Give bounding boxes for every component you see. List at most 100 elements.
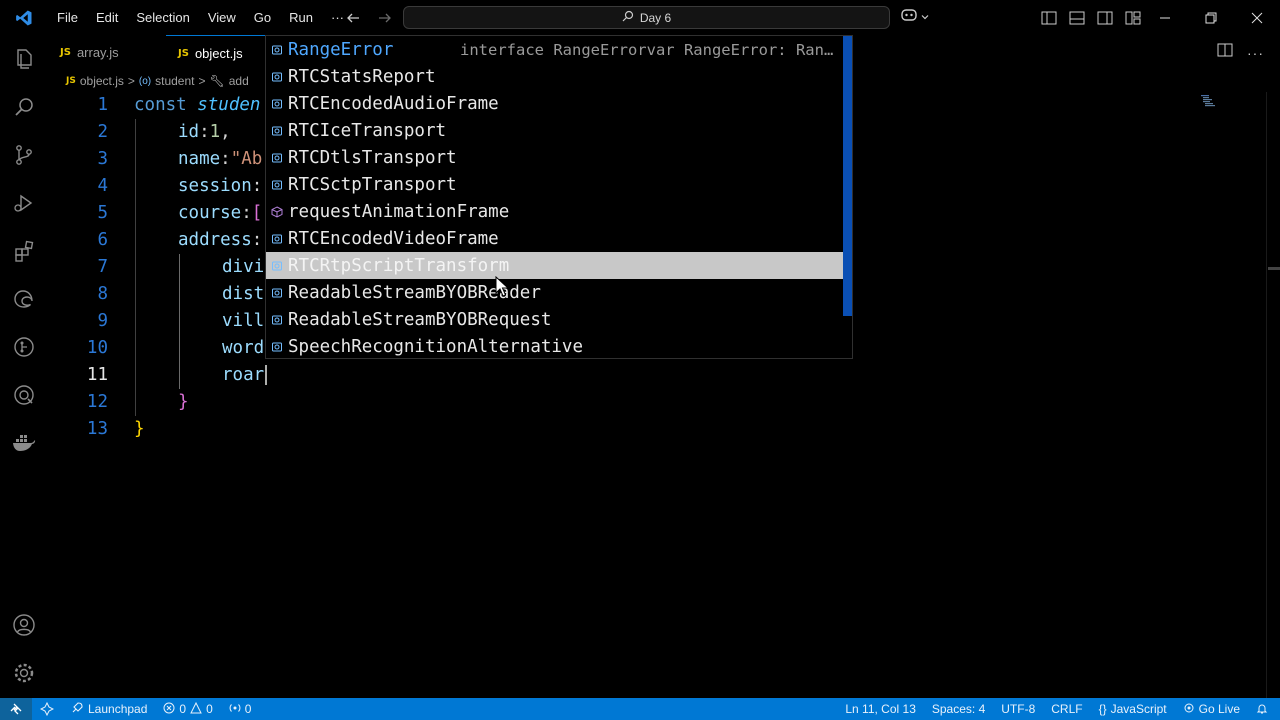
class-symbol-icon <box>266 144 288 171</box>
javascript-file-icon: JS <box>60 47 71 58</box>
suggestion-label: RTCStatsReport <box>288 66 436 87</box>
line-code: address: <box>178 230 263 250</box>
copilot-menu[interactable] <box>900 0 930 35</box>
customize-layout-icon[interactable] <box>1122 7 1144 29</box>
accounts-icon[interactable] <box>0 601 48 649</box>
breadcrumb-file[interactable]: object.js <box>80 74 124 88</box>
restore-icon[interactable] <box>1188 0 1234 35</box>
notifications-icon[interactable] <box>1248 698 1276 720</box>
suggestion-label: SpeechRecognitionAlternative <box>288 336 584 357</box>
suggestion-item[interactable]: RTCStatsReport <box>266 63 843 90</box>
suggest-scrollbar[interactable] <box>843 36 852 316</box>
minimize-icon[interactable] <box>1142 0 1188 35</box>
text-cursor <box>265 365 268 385</box>
suggestion-item[interactable]: RTCRtpScriptTransform <box>266 252 843 279</box>
more-actions-icon[interactable]: ··· <box>1247 45 1264 61</box>
back-arrow-icon[interactable] <box>342 7 364 29</box>
ports-indicator[interactable]: 0 <box>221 698 260 720</box>
suggestion-item[interactable]: requestAnimationFrame <box>266 198 843 225</box>
navigation-arrows <box>342 0 396 35</box>
explorer-icon[interactable] <box>0 35 48 83</box>
line-number: 12 <box>86 392 108 412</box>
go-live-button[interactable]: Go Live <box>1175 698 1248 720</box>
vscode-logo-icon <box>0 0 48 35</box>
menu-view[interactable]: View <box>199 0 245 35</box>
extensions-icon[interactable] <box>0 227 48 275</box>
class-symbol-icon <box>266 333 288 360</box>
activity-bar <box>0 35 48 698</box>
tab-array-js[interactable]: JS array.js <box>48 35 166 70</box>
suggestion-item[interactable]: SpeechRecognitionAlternative <box>266 333 843 360</box>
end-of-line[interactable]: CRLF <box>1043 698 1090 720</box>
line-code: roar <box>222 362 268 389</box>
remote-indicator-icon[interactable] <box>0 698 32 720</box>
gear-icon[interactable] <box>0 649 48 697</box>
line-number: 7 <box>97 257 108 277</box>
line-number: 4 <box>97 176 108 196</box>
minimap[interactable] <box>1201 95 1225 107</box>
line-code: } <box>178 392 189 412</box>
breadcrumb-symbol-add[interactable]: add <box>229 74 249 88</box>
tab-object-js[interactable]: JS object.js <box>166 35 266 70</box>
close-icon[interactable] <box>1234 0 1280 35</box>
class-symbol-icon <box>266 63 288 90</box>
launchpad-label: Launchpad <box>88 702 148 716</box>
source-control-icon[interactable] <box>0 131 48 179</box>
toggle-secondary-sidebar-icon[interactable] <box>1094 7 1116 29</box>
suggestion-item[interactable]: RTCEncodedVideoFrame <box>266 225 843 252</box>
cursor-position[interactable]: Ln 11, Col 13 <box>837 698 924 720</box>
launchpad-button[interactable]: Launchpad <box>62 698 155 720</box>
line-number: 1 <box>97 95 108 115</box>
status-bar-right: Ln 11, Col 13 Spaces: 4 UTF-8 CRLF {} Ja… <box>837 698 1276 720</box>
command-center-label: Day 6 <box>639 10 672 25</box>
line-code: const studen <box>134 95 261 115</box>
status-bar: Launchpad 0 0 0 Ln 11, Col 13 Spaces: 4 … <box>0 698 1280 720</box>
suggestion-item[interactable]: RTCDtlsTransport <box>266 144 843 171</box>
menu-edit[interactable]: Edit <box>87 0 127 35</box>
broadcast-icon <box>1183 702 1195 717</box>
line-number: 10 <box>86 338 108 358</box>
line-code: vill <box>222 311 265 331</box>
rocket-icon <box>70 701 84 718</box>
menu-run[interactable]: Run <box>280 0 322 35</box>
window-controls <box>1142 0 1280 35</box>
line-number: 13 <box>86 419 108 439</box>
language-mode[interactable]: {} JavaScript <box>1091 698 1175 720</box>
class-symbol-icon <box>266 252 288 279</box>
docker-icon[interactable] <box>0 419 48 467</box>
gitlens-icon[interactable] <box>0 371 48 419</box>
breadcrumb-symbol-student[interactable]: student <box>155 74 194 88</box>
line-code: word <box>222 338 265 358</box>
tab-label: object.js <box>194 45 243 61</box>
forward-arrow-icon[interactable] <box>374 7 396 29</box>
search-icon[interactable] <box>0 83 48 131</box>
suggestion-item[interactable]: ReadableStreamBYOBReader <box>266 279 843 306</box>
line-number: 5 <box>97 203 108 223</box>
suggestion-item[interactable]: RTCIceTransport <box>266 117 843 144</box>
problems-indicator[interactable]: 0 0 <box>155 698 220 720</box>
menu-selection[interactable]: Selection <box>127 0 198 35</box>
copilot-status-icon[interactable] <box>32 698 62 720</box>
scroll-position-marker <box>1268 267 1280 270</box>
command-center-search[interactable]: Day 6 <box>403 6 890 29</box>
run-debug-icon[interactable] <box>0 179 48 227</box>
line-number: 2 <box>97 122 108 142</box>
language-label: JavaScript <box>1110 702 1167 716</box>
toggle-primary-sidebar-icon[interactable] <box>1038 7 1060 29</box>
suggestion-item[interactable]: ReadableStreamBYOBRequest <box>266 306 843 333</box>
menu-file[interactable]: File <box>48 0 87 35</box>
menu-go[interactable]: Go <box>245 0 280 35</box>
indentation[interactable]: Spaces: 4 <box>924 698 993 720</box>
suggestion-item[interactable]: RTCEncodedAudioFrame <box>266 90 843 117</box>
git-graph-icon[interactable] <box>0 323 48 371</box>
title-bar: File Edit Selection View Go Run ··· Day … <box>0 0 1280 35</box>
search-icon <box>622 10 634 25</box>
suggestion-item[interactable]: RangeError interface RangeErrorvar RangeE… <box>266 36 843 63</box>
edge-browser-icon[interactable] <box>0 275 48 323</box>
split-editor-icon[interactable] <box>1217 43 1233 62</box>
code-line-current: 11 roar <box>48 362 1248 389</box>
toggle-panel-icon[interactable] <box>1066 7 1088 29</box>
editor-scrollbar[interactable] <box>1266 92 1280 698</box>
suggestion-item[interactable]: RTCSctpTransport <box>266 171 843 198</box>
file-encoding[interactable]: UTF-8 <box>993 698 1043 720</box>
